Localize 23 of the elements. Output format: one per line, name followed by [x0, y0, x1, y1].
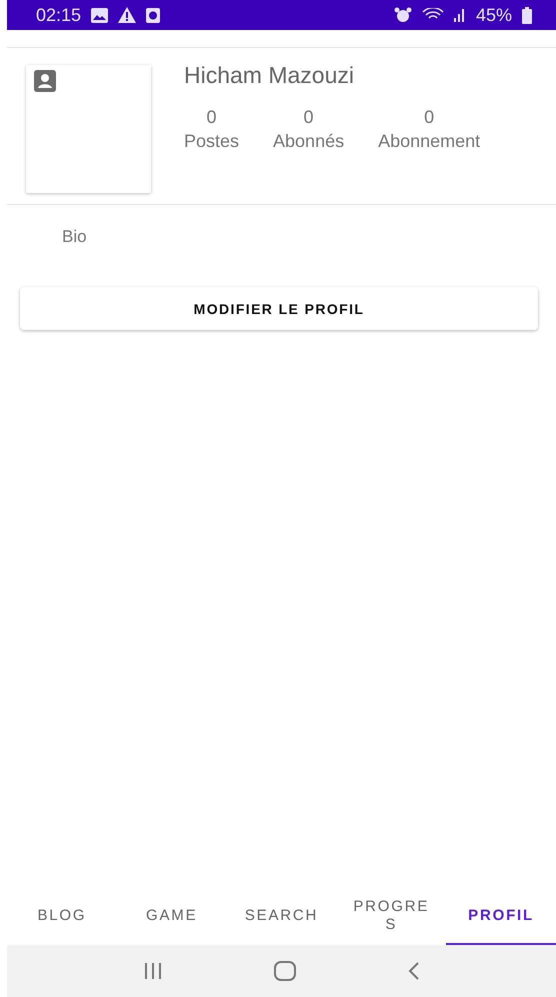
back-icon[interactable]	[408, 961, 420, 981]
stat-value: 0	[304, 106, 314, 129]
stat-label: Abonnés	[273, 130, 344, 153]
stat-label: Postes	[184, 130, 240, 153]
stat-label: Abonnement	[378, 130, 480, 153]
tab[interactable]: GAME	[116, 889, 227, 945]
signal-icon	[454, 8, 466, 22]
image-icon	[91, 8, 108, 22]
clock: 02:15	[36, 4, 82, 26]
bio-text: Bio	[61, 226, 88, 247]
warning-icon	[118, 7, 136, 23]
profile-name: Hicham Mazouzi	[184, 62, 355, 89]
tab[interactable]: PROGRES	[336, 889, 446, 945]
tab[interactable]: SEARCH	[226, 889, 336, 945]
stat-value: 0	[424, 106, 434, 129]
person-icon	[34, 70, 56, 92]
stat-value: 0	[206, 106, 217, 129]
battery-percent: 45%	[476, 4, 512, 26]
home-icon[interactable]	[274, 961, 296, 981]
recent-apps-icon[interactable]	[142, 962, 163, 980]
edit-profile-button[interactable]: MODIFIER LE PROFIL	[20, 287, 538, 330]
tab[interactable]: BLOG	[7, 889, 117, 945]
battery-icon	[522, 6, 532, 24]
